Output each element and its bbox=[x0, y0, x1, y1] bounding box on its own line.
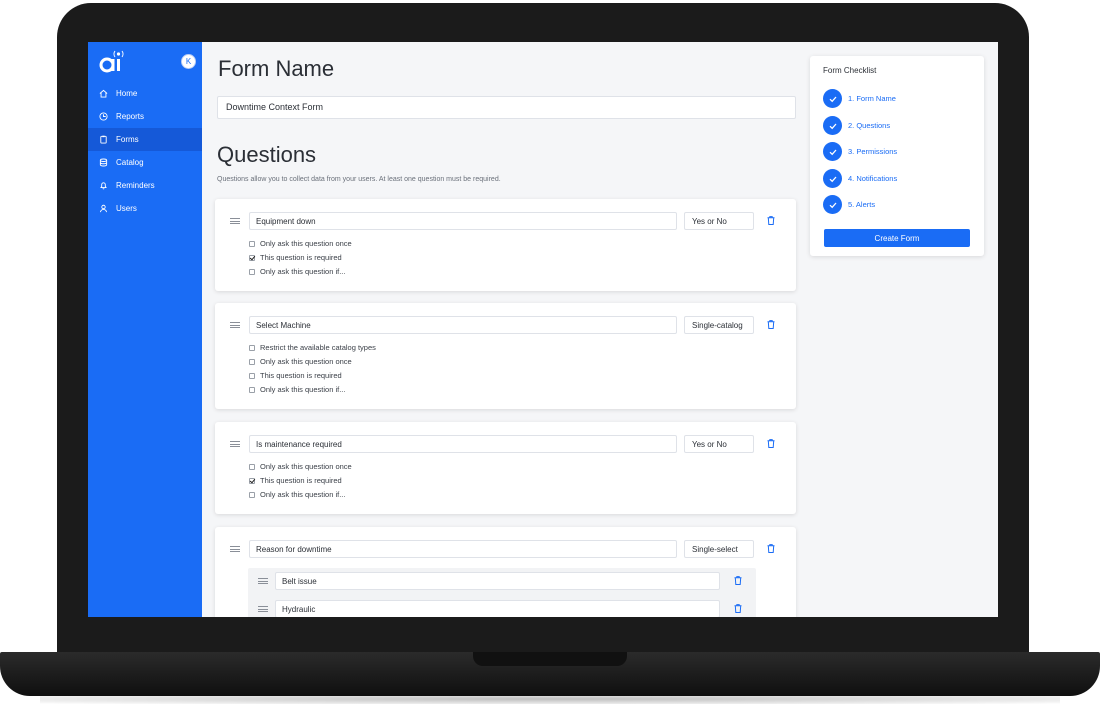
sidebar-item-users[interactable]: Users bbox=[88, 197, 202, 220]
app-screen: K Home Reports Forms Catalog Reminders U… bbox=[88, 42, 998, 617]
checkbox-checked[interactable] bbox=[249, 254, 255, 261]
sidebar-item-label: Reminders bbox=[116, 181, 155, 190]
option-required[interactable]: This question is required bbox=[249, 253, 342, 262]
check-circle-icon bbox=[823, 142, 842, 161]
check-circle-icon bbox=[823, 116, 842, 135]
trash-icon[interactable] bbox=[767, 544, 775, 553]
sidebar-item-forms[interactable]: Forms bbox=[88, 128, 202, 151]
sidebar: K Home Reports Forms Catalog Reminders U… bbox=[88, 42, 202, 617]
sidebar-item-label: Home bbox=[116, 89, 138, 98]
sidebar-item-label: Catalog bbox=[116, 158, 144, 167]
drag-handle-icon[interactable] bbox=[258, 606, 268, 612]
sidebar-item-label: Users bbox=[116, 204, 137, 213]
option-restrict-catalog[interactable]: Restrict the available catalog types bbox=[249, 343, 376, 352]
question-card: Is maintenance required Yes or No Only a… bbox=[215, 422, 796, 514]
checkbox[interactable] bbox=[249, 358, 255, 365]
drag-handle-icon[interactable] bbox=[258, 578, 268, 584]
app-logo-icon[interactable] bbox=[98, 48, 128, 74]
main-content: Form Name Downtime Context Form Question… bbox=[202, 42, 802, 617]
questions-heading: Questions bbox=[217, 142, 317, 167]
sidebar-item-label: Forms bbox=[116, 135, 139, 144]
checklist-title: Form Checklist bbox=[823, 66, 877, 75]
checkbox[interactable] bbox=[249, 386, 255, 393]
sidebar-item-label: Reports bbox=[116, 112, 145, 121]
drag-handle-icon[interactable] bbox=[230, 218, 240, 224]
drag-handle-icon[interactable] bbox=[230, 546, 240, 552]
user-icon bbox=[100, 204, 107, 213]
sidebar-item-reminders[interactable]: Reminders bbox=[88, 174, 202, 197]
check-circle-icon bbox=[823, 169, 842, 188]
question-title-input[interactable]: Select Machine bbox=[249, 316, 677, 334]
checkbox[interactable] bbox=[249, 463, 255, 470]
form-checklist: Form Checklist 1. Form Name 2. Questions… bbox=[810, 56, 984, 256]
option-ask-once[interactable]: Only ask this question once bbox=[249, 357, 352, 366]
option-ask-once[interactable]: Only ask this question once bbox=[249, 462, 352, 471]
checklist-step-permissions[interactable]: 3. Permissions bbox=[823, 142, 897, 161]
question-title-input[interactable]: Is maintenance required bbox=[249, 435, 677, 453]
clipboard-icon bbox=[100, 135, 107, 144]
checklist-step-alerts[interactable]: 5. Alerts bbox=[823, 195, 875, 214]
database-icon bbox=[99, 158, 108, 167]
create-form-button[interactable]: Create Form bbox=[824, 229, 970, 247]
trash-icon[interactable] bbox=[767, 216, 775, 225]
option-required[interactable]: This question is required bbox=[249, 476, 342, 485]
form-name-heading: Form Name bbox=[218, 56, 335, 81]
reports-icon bbox=[99, 112, 108, 121]
home-icon bbox=[99, 89, 108, 98]
form-name-input[interactable]: Downtime Context Form bbox=[217, 96, 796, 119]
question-type-select[interactable]: Yes or No bbox=[684, 212, 754, 230]
option-ask-if[interactable]: Only ask this question if... bbox=[249, 385, 345, 394]
sidebar-nav: Home Reports Forms Catalog Reminders Use… bbox=[88, 82, 202, 220]
check-circle-icon bbox=[823, 89, 842, 108]
answer-input[interactable]: Hydraulic bbox=[275, 600, 720, 617]
checkbox[interactable] bbox=[249, 240, 255, 247]
option-ask-if[interactable]: Only ask this question if... bbox=[249, 267, 345, 276]
question-card: Select Machine Single-catalog Restrict t… bbox=[215, 303, 796, 409]
user-avatar[interactable]: K bbox=[181, 54, 196, 69]
laptop-shadow bbox=[40, 694, 1060, 704]
answer-list: Belt issue Hydraulic bbox=[248, 568, 756, 617]
option-required[interactable]: This question is required bbox=[249, 371, 342, 380]
trash-icon[interactable] bbox=[767, 439, 775, 448]
sidebar-item-catalog[interactable]: Catalog bbox=[88, 151, 202, 174]
question-type-select[interactable]: Single-catalog bbox=[684, 316, 754, 334]
checklist-step-notifications[interactable]: 4. Notifications bbox=[823, 169, 897, 188]
drag-handle-icon[interactable] bbox=[230, 322, 240, 328]
question-card: Equipment down Yes or No Only ask this q… bbox=[215, 199, 796, 291]
answer-input[interactable]: Belt issue bbox=[275, 572, 720, 590]
question-card: Reason for downtime Single-select Belt i… bbox=[215, 527, 796, 617]
bell-icon bbox=[100, 182, 107, 190]
checklist-step-form-name[interactable]: 1. Form Name bbox=[823, 89, 896, 108]
question-title-input[interactable]: Equipment down bbox=[249, 212, 677, 230]
question-type-select[interactable]: Single-select bbox=[684, 540, 754, 558]
question-type-select[interactable]: Yes or No bbox=[684, 435, 754, 453]
sidebar-item-home[interactable]: Home bbox=[88, 82, 202, 105]
trash-icon[interactable] bbox=[767, 320, 775, 329]
trash-icon[interactable] bbox=[734, 604, 742, 613]
checklist-step-questions[interactable]: 2. Questions bbox=[823, 116, 890, 135]
checkbox[interactable] bbox=[249, 372, 255, 379]
check-circle-icon bbox=[823, 195, 842, 214]
drag-handle-icon[interactable] bbox=[230, 441, 240, 447]
questions-subtitle: Questions allow you to collect data from… bbox=[217, 176, 501, 183]
checkbox[interactable] bbox=[249, 268, 255, 275]
option-ask-once[interactable]: Only ask this question once bbox=[249, 239, 352, 248]
sidebar-item-reports[interactable]: Reports bbox=[88, 105, 202, 128]
checkbox-checked[interactable] bbox=[249, 477, 255, 484]
option-ask-if[interactable]: Only ask this question if... bbox=[249, 490, 345, 499]
trash-icon[interactable] bbox=[734, 576, 742, 585]
checkbox[interactable] bbox=[249, 491, 255, 498]
laptop-notch bbox=[473, 652, 627, 666]
question-title-input[interactable]: Reason for downtime bbox=[249, 540, 677, 558]
checkbox[interactable] bbox=[249, 344, 255, 351]
